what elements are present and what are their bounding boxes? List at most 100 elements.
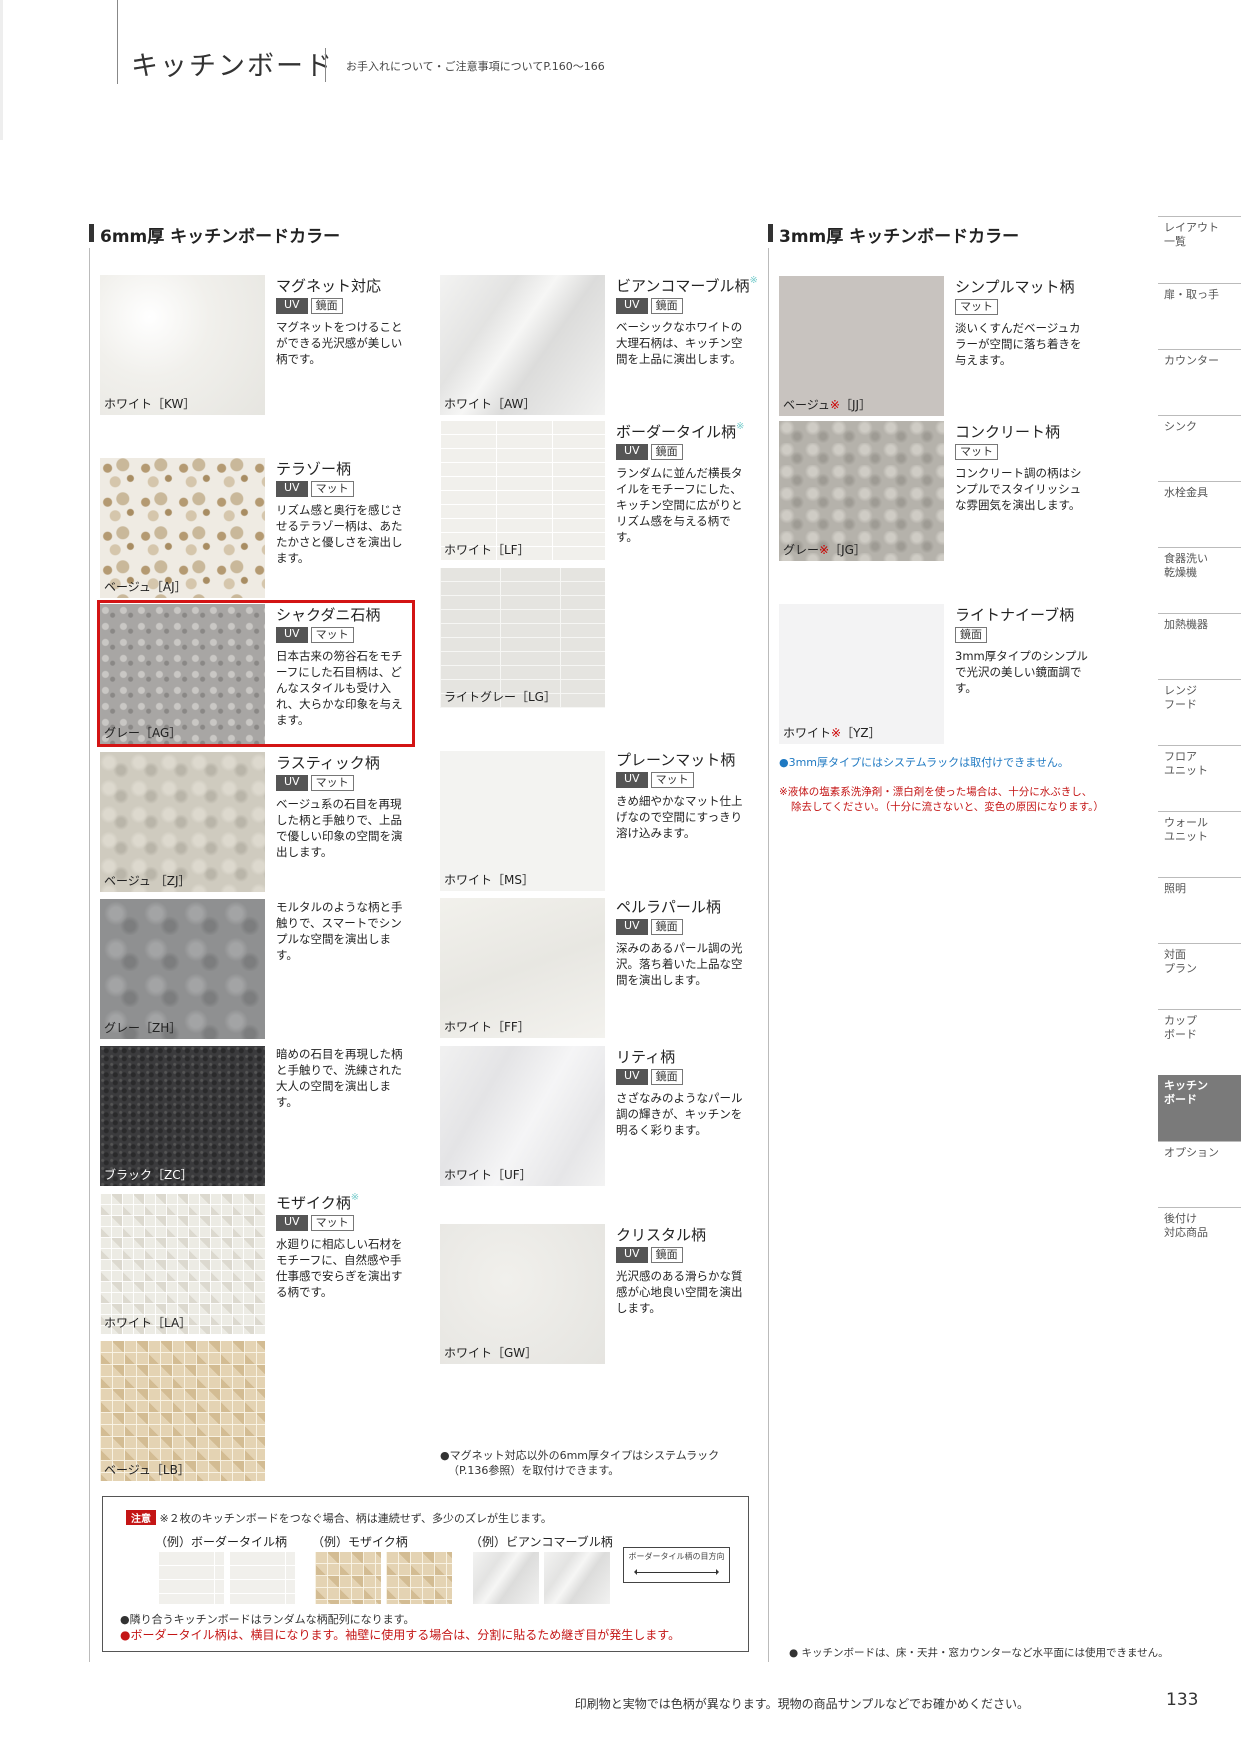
swatch-lb: ベージュ［LB］ — [100, 1341, 265, 1481]
info-ms: プレーンマット柄 UV マット きめ細やかなマット仕上げなので空間にすっきり溶け込… — [616, 751, 743, 840]
sidebar-item-label: 対応商品 — [1164, 1226, 1208, 1239]
sidebar-item[interactable]: ウォール ユニット — [1158, 811, 1241, 871]
footer-note: 印刷物と実物では色柄が異なります。現物の商品サンプルなどでお確かめください。 — [574, 1697, 1029, 1711]
sidebar-item-label: 乾燥機 — [1164, 566, 1197, 579]
note-rack-6mm: ●マグネット対応以外の6mm厚タイプはシステムラック （P.136参照）を取付け… — [440, 1449, 720, 1477]
sidebar-item[interactable]: 加熱機器 — [1158, 613, 1241, 673]
sidebar-item-label: 一覧 — [1164, 235, 1186, 248]
sidebar-item[interactable]: カップ ボード — [1158, 1009, 1241, 1069]
example-border-a — [158, 1552, 224, 1604]
info-zc: 暗めの石目を再現した柄と手触りで、洗練された大人の空間を演出します。 — [276, 1047, 403, 1109]
page-number: 133 — [1166, 1690, 1199, 1710]
example-mosaic-b — [386, 1552, 452, 1604]
sidebar-item-label: フード — [1164, 698, 1197, 711]
swatch-ms: ホワイト［MS］ — [440, 751, 605, 891]
sidebar-item-label: キッチン — [1164, 1079, 1208, 1092]
sidebar-item-label: ユニット — [1164, 764, 1208, 777]
double-arrow-icon — [634, 1569, 719, 1575]
sidebar-item-label: ウォール — [1164, 816, 1208, 829]
sidebar-item-label: 食器洗い — [1164, 552, 1208, 565]
selection-highlight — [97, 600, 415, 747]
info-zh: モルタルのような柄と手触りで、スマートでシンプルな空間を演出します。 — [276, 900, 403, 962]
header-rule — [117, 0, 118, 84]
sidebar-item[interactable]: 水栓金具 — [1158, 481, 1241, 541]
note-chemical: ※液体の塩素系洗浄剤・漂白剤を使った場合は、十分に水ぶきし、 除去してください。… — [779, 786, 1104, 813]
sidebar-item-label: 後付け — [1164, 1212, 1197, 1225]
info-la: モザイク柄※ UV マット 水廻りに相応しい石材をモチーフに、自然感や手仕事感で安… — [276, 1192, 403, 1299]
sidebar-item-label: プラン — [1164, 962, 1197, 975]
sidebar-item-label: 照明 — [1164, 882, 1186, 895]
sidebar-item-label: ユニット — [1164, 830, 1208, 843]
direction-box: ボーダータイル柄の目方向 — [623, 1547, 730, 1583]
example-border-label: （例）ボーダータイル柄 — [155, 1535, 288, 1549]
sidebar-item-label: カップ — [1164, 1014, 1197, 1027]
sidebar-item-label: オプション — [1164, 1146, 1219, 1159]
sidebar-item[interactable]: 照明 — [1158, 877, 1241, 937]
example-bianco-b — [544, 1552, 610, 1604]
sidebar-item-label: 加熱機器 — [1164, 618, 1208, 631]
swatch-lf: ホワイト［LF］ — [440, 421, 605, 561]
section-heading-3mm: 3mm厚 キッチンボードカラー — [768, 222, 1019, 247]
sidebar-item-label: レイアウト — [1164, 221, 1219, 234]
header-edge — [0, 0, 3, 140]
example-border-b — [229, 1552, 295, 1604]
note-rack-3mm: ●3mm厚タイプにはシステムラックは取付けできません。 — [779, 756, 1069, 769]
info-yz: ライトナイーブ柄 鏡面 3mm厚タイプのシンプルで光沢の美しい鏡面調です。 — [955, 606, 1088, 695]
sidebar-item[interactable]: 食器洗い 乾燥機 — [1158, 547, 1241, 607]
info-aw: ビアンコマーブル柄※ UV 鏡面 ベーシックなホワイトの大理石柄は、キッチン空間を… — [616, 275, 758, 366]
sidebar-item[interactable]: 後付け 対応商品 — [1158, 1207, 1241, 1277]
example-mosaic-label: （例）モザイク柄 — [312, 1535, 408, 1549]
sidebar-item-label: カウンター — [1164, 354, 1219, 367]
note-floor: ● キッチンボードは、床・天井・窓カウンターなど水平面には使用できません。 — [789, 1647, 1169, 1659]
sidebar-item-label: ボード — [1164, 1028, 1197, 1041]
caution-note-2: ●ボーダータイル柄は、横目になります。袖壁に使用する場合は、分割に貼るため継ぎ目… — [120, 1628, 681, 1642]
heading-bar — [89, 224, 94, 242]
caution-note-1: ●隣り合うキッチンボードはランダムな柄配列になります。 — [120, 1613, 415, 1626]
swatch-jg: グレー※［JG］ — [779, 421, 944, 561]
example-bianco-a — [473, 1552, 539, 1604]
swatch-yz: ホワイト※［YZ］ — [779, 604, 944, 744]
info-aj: テラゾー柄 UV マット リズム感と奥行を感じさせるテラゾー柄は、あたたかさと優し… — [276, 460, 403, 565]
sidebar-item[interactable]: レイアウト 一覧 — [1158, 216, 1241, 276]
sidebar-item[interactable]: キッチン ボード — [1158, 1075, 1241, 1141]
sidebar-item-label: レンジ — [1164, 684, 1197, 697]
swatch-lg: ライトグレー［LG］ — [440, 568, 605, 708]
sidebar-item-label: ボード — [1164, 1093, 1197, 1106]
swatch-zc: ブラック［ZC］ — [100, 1046, 265, 1186]
info-kw: マグネット対応 UV 鏡面 マグネットをつけることができる光沢感が美しい柄です。 — [276, 277, 403, 366]
sidebar-item[interactable]: シンク — [1158, 415, 1241, 475]
swatch-aj: ベージュ［AJ］ — [100, 458, 265, 598]
header-note: お手入れについて・ご注意事項についてP.160〜166 — [346, 60, 605, 73]
swatch-kw: ホワイト［KW］ — [100, 275, 265, 415]
info-zj: ラスティック柄 UV マット ベージュ系の石目を再現した柄と手触りで、上品で優しい… — [276, 754, 403, 859]
example-mosaic-a — [315, 1552, 381, 1604]
sidebar-item-label: 対面 — [1164, 948, 1186, 961]
sidebar-item[interactable]: 扉・取っ手 — [1158, 283, 1241, 343]
caution-header: 注意 ※２枚のキッチンボードをつなぐ場合、柄は連続せず、多少のズレが生じます。 — [126, 1510, 552, 1526]
sidebar-item-label: フロア — [1164, 750, 1197, 763]
sidebar-item[interactable]: レンジ フード — [1158, 679, 1241, 739]
swatch-ff: ホワイト［FF］ — [440, 898, 605, 1038]
sidebar-item[interactable]: カウンター — [1158, 349, 1241, 409]
sidebar-item[interactable]: フロア ユニット — [1158, 745, 1241, 805]
swatch-la: ホワイト［LA］ — [100, 1194, 265, 1334]
info-uf: リティ柄 UV 鏡面 さざなみのようなパール調の輝きが、キッチンを明るく彩ります。 — [616, 1048, 743, 1137]
sidebar-item[interactable]: 対面 プラン — [1158, 943, 1241, 1003]
heading-bar — [768, 224, 773, 242]
section-heading-6mm: 6mm厚 キッチンボードカラー — [89, 222, 340, 247]
swatch-jj: ベージュ※［JJ］ — [779, 276, 944, 416]
swatch-gw: ホワイト［GW］ — [440, 1224, 605, 1364]
sidebar-item-label: シンク — [1164, 420, 1197, 433]
info-gw: クリスタル柄 UV 鏡面 光沢感のある滑らかな質感が心地良い空間を演出します。 — [616, 1226, 743, 1315]
swatch-zh: グレー［ZH］ — [100, 899, 265, 1039]
section-rule-3mm — [768, 248, 769, 1662]
sidebar-item-label: 水栓金具 — [1164, 486, 1208, 499]
info-lf: ボーダータイル柄※ UV 鏡面 ランダムに並んだ横長タイルをモチーフにした、キッチ… — [616, 421, 745, 544]
sidebar-item[interactable]: オプション — [1158, 1141, 1241, 1201]
info-ff: ペルラパール柄 UV 鏡面 深みのあるパール調の光沢。落ち着いた上品な空間を演出し… — [616, 898, 743, 987]
section-rule-6mm — [89, 248, 90, 1662]
swatch-uf: ホワイト［UF］ — [440, 1046, 605, 1186]
info-jj: シンプルマット柄 マット 淡いくすんだベージュカラーが空間に落ち着きを与えます。 — [955, 278, 1082, 367]
info-jg: コンクリート柄 マット コンクリート調の柄はシンプルでスタイリッシュな雰囲気を演… — [955, 423, 1082, 512]
header-separator — [325, 48, 326, 82]
